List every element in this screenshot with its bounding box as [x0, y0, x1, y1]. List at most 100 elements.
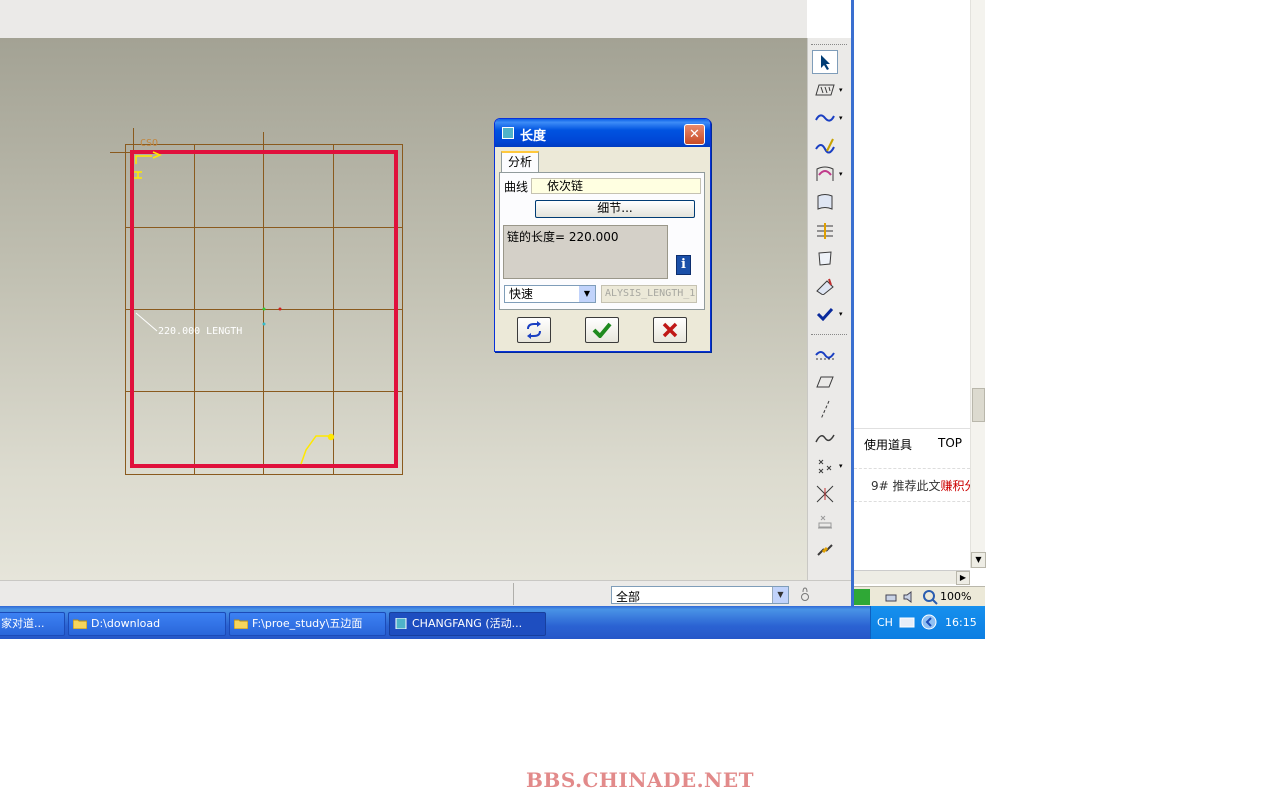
selection-filter-select[interactable]: 全部 ▼	[611, 586, 789, 604]
taskbar-item-label: CHANGFANG (活动...	[412, 617, 523, 630]
folder-icon	[234, 619, 248, 629]
speaker-icon[interactable]	[902, 590, 916, 604]
sketch-icon[interactable]	[812, 134, 838, 158]
taskbar-item-2[interactable]: D:\download	[68, 612, 226, 636]
dialog-title: 长度	[520, 129, 547, 144]
close-button[interactable]: ✕	[684, 124, 705, 145]
datum-plane-dropdown-icon[interactable]: ▾	[839, 86, 847, 94]
plane-icon[interactable]	[812, 370, 838, 394]
post-text[interactable]: 推荐此文	[893, 479, 941, 493]
curve-icon[interactable]	[812, 106, 838, 130]
zoom-level[interactable]: 100%	[940, 590, 971, 603]
taskbar-item-label: 家对道...	[1, 617, 45, 630]
analysis-panel: 曲线 依次链 细节... 链的长度= 220.000 i 快速 ▼ ALYSIS…	[499, 172, 705, 310]
analysis-feature-icon[interactable]	[812, 510, 838, 534]
scroll-right-icon[interactable]: ▶	[956, 571, 970, 585]
lock-icon[interactable]	[800, 586, 810, 602]
surface-icon[interactable]	[812, 190, 838, 214]
filter-value: 全部	[616, 590, 641, 604]
origin-point	[262, 307, 266, 311]
center-point	[278, 307, 282, 311]
chain-start-marker	[134, 151, 162, 179]
boundary-blend-icon[interactable]	[812, 162, 838, 186]
checkmark-icon	[592, 322, 612, 338]
post-number: 9#	[871, 479, 889, 493]
curve-label: 曲线	[504, 180, 529, 194]
screen: CSO 220.000 LENGTH ▾ ▾ ▾ ▾ ▾ 全部 ▼ ▼ 使用道具…	[0, 0, 1280, 800]
refresh-icon	[527, 321, 541, 339]
offset-icon[interactable]	[812, 218, 838, 242]
select-arrow-icon[interactable]	[812, 50, 838, 74]
top-toolbar-area	[0, 0, 807, 38]
taskbar-item-4[interactable]: CHANGFANG (活动...	[389, 612, 546, 636]
scroll-down-icon[interactable]: ▼	[971, 552, 986, 568]
chevron-down-icon[interactable]: ▼	[579, 286, 595, 302]
curve-collector-field[interactable]: 依次链	[531, 178, 701, 194]
clock: 16:15	[945, 616, 977, 629]
cancel-x-icon	[662, 322, 678, 338]
details-button[interactable]: 细节...	[535, 200, 695, 218]
chevron-down-icon[interactable]: ▼	[772, 587, 788, 603]
post-toolbar: 使用道具 TOP	[854, 428, 970, 458]
length-dimension-label: 220.000 LENGTH	[158, 326, 242, 337]
taskbar-item-3[interactable]: F:\proe_study\五边面	[229, 612, 386, 636]
info-icon[interactable]: i	[676, 255, 691, 275]
chain-link-icon[interactable]	[812, 538, 838, 562]
datum-plane-icon[interactable]	[812, 78, 838, 102]
watermark: BBS.CHINADE.NET	[526, 768, 754, 792]
dimension-leader	[135, 312, 158, 332]
done-dropdown-icon[interactable]: ▾	[839, 310, 847, 318]
result-display: 链的长度= 220.000	[503, 225, 668, 279]
keyboard-icon[interactable]	[899, 616, 915, 628]
coordinate-system-icon[interactable]	[812, 482, 838, 506]
top-link[interactable]: TOP	[938, 436, 962, 450]
dialog-app-icon	[502, 127, 514, 139]
tab-analysis[interactable]: 分析	[501, 151, 539, 173]
tools-tab[interactable]: 使用道具	[864, 436, 912, 453]
post-row: 9# 推荐此文赚积分	[854, 468, 970, 502]
browser-status-bar: 100%	[854, 586, 985, 606]
taskbar-item-label: F:\proe_study\五边面	[252, 617, 363, 630]
cancel-button[interactable]	[653, 317, 687, 343]
datum-display-icon[interactable]	[812, 342, 838, 366]
toolbar-separator	[811, 334, 847, 335]
mode-value: 快速	[509, 287, 534, 301]
input-language-indicator[interactable]: CH	[877, 616, 893, 629]
printer-icon[interactable]	[884, 590, 898, 604]
taskbar-item-label: D:\download	[91, 617, 161, 630]
curve-dropdown-icon[interactable]: ▾	[839, 114, 847, 122]
ok-button[interactable]	[585, 317, 619, 343]
datum-curve-icon[interactable]	[812, 426, 838, 450]
chain-direction-marker	[300, 433, 335, 465]
analysis-mode-select[interactable]: 快速 ▼	[504, 285, 596, 303]
point-dropdown-icon[interactable]: ▾	[839, 462, 847, 470]
app-window-icon	[395, 618, 407, 629]
vertex-point	[262, 322, 266, 326]
dialog-titlebar[interactable]: 长度 ✕	[495, 119, 710, 147]
feature-toolbar: ▾ ▾ ▾ ▾ ▾	[807, 38, 851, 606]
sketch-grid	[110, 128, 402, 474]
repeat-button[interactable]	[517, 317, 551, 343]
post-line: 9# 推荐此文赚积分	[871, 477, 970, 494]
horizontal-scrollbar[interactable]: ▶	[854, 570, 970, 585]
post-highlight[interactable]: 赚积分	[941, 479, 970, 493]
fill-icon[interactable]	[812, 246, 838, 270]
status-bar: 全部 ▼	[0, 580, 851, 606]
blend-dropdown-icon[interactable]: ▾	[839, 170, 847, 178]
taskbar-item-1[interactable]: 家对道...	[0, 612, 65, 636]
zoom-icon[interactable]	[922, 589, 938, 605]
status-separator	[513, 583, 514, 605]
csys-label: CSO	[140, 138, 158, 149]
scrollbar-thumb[interactable]	[972, 388, 985, 422]
system-tray: CH 16:15	[870, 606, 985, 639]
length-dialog: 长度 ✕ 分析 曲线 依次链 细节... 链的长度= 220.000 i 快速 …	[494, 118, 711, 352]
folder-icon	[73, 619, 87, 629]
vertical-scrollbar[interactable]: ▼	[970, 0, 986, 568]
analysis-name-field[interactable]: ALYSIS_LENGTH_1	[601, 285, 697, 303]
trim-icon[interactable]	[812, 274, 838, 298]
datum-point-icon[interactable]	[812, 454, 838, 478]
axis-icon[interactable]	[812, 398, 838, 422]
toolbar-separator	[811, 44, 847, 45]
done-check-icon[interactable]	[812, 302, 838, 326]
show-hidden-icons-icon[interactable]	[921, 614, 937, 630]
